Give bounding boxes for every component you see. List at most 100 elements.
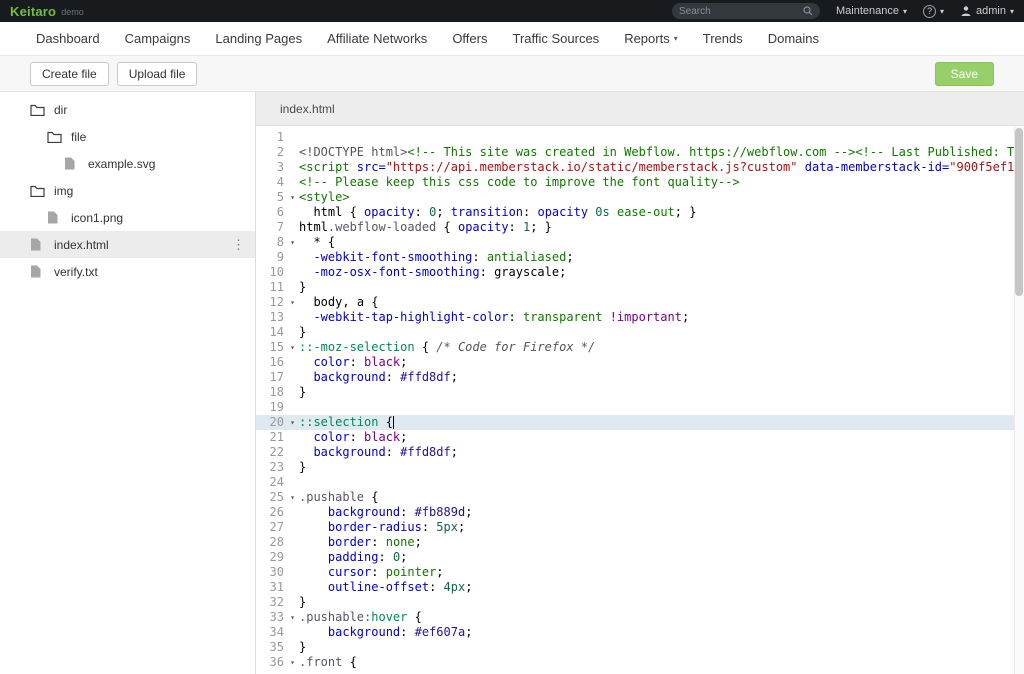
toolbar: Create file Upload file Save bbox=[0, 56, 1024, 92]
code-line[interactable]: 24 bbox=[256, 475, 1024, 490]
item-menu-icon[interactable]: ⋮ bbox=[232, 237, 245, 253]
code-token: : bbox=[371, 535, 385, 549]
save-button[interactable]: Save bbox=[935, 62, 994, 86]
nav-item-label: Traffic Sources bbox=[512, 31, 599, 46]
code-line[interactable]: 8▾ * { bbox=[256, 235, 1024, 250]
tree-item-icon1-png[interactable]: icon1.png bbox=[0, 204, 255, 231]
fold-arrow-icon[interactable]: ▾ bbox=[286, 610, 299, 625]
code-line[interactable]: 34 background: #ef607a; bbox=[256, 625, 1024, 640]
search-icon[interactable] bbox=[803, 6, 813, 16]
code-text: background: #ffd8df; bbox=[299, 445, 1024, 460]
code-token: ; bbox=[436, 565, 443, 579]
fold-arrow-icon[interactable]: ▾ bbox=[286, 235, 299, 250]
code-text: -webkit-font-smoothing: antialiased; bbox=[299, 250, 1024, 265]
editor-tab-label: index.html bbox=[280, 102, 335, 116]
code-line[interactable]: 21 color: black; bbox=[256, 430, 1024, 445]
code-token: <style> bbox=[299, 190, 350, 204]
code-line[interactable]: 16 color: black; bbox=[256, 355, 1024, 370]
nav-item-dashboard[interactable]: Dashboard bbox=[36, 31, 100, 46]
tree-item-dir[interactable]: dir bbox=[0, 96, 255, 123]
code-editor[interactable]: 12<!DOCTYPE html><!-- This site was crea… bbox=[256, 126, 1024, 674]
fold-arrow-icon[interactable]: ▾ bbox=[286, 655, 299, 670]
code-token: : bbox=[523, 205, 537, 219]
search-input[interactable] bbox=[679, 6, 803, 17]
editor-scrollbar[interactable] bbox=[1014, 126, 1024, 674]
code-line[interactable]: 12▾ body, a { bbox=[256, 295, 1024, 310]
code-line[interactable]: 5▾<style> bbox=[256, 190, 1024, 205]
upload-file-button[interactable]: Upload file bbox=[117, 62, 198, 86]
code-token: } bbox=[299, 640, 306, 654]
nav-item-offers[interactable]: Offers bbox=[452, 31, 487, 46]
code-line[interactable]: 33▾.pushable:hover { bbox=[256, 610, 1024, 625]
code-token: pointer bbox=[386, 565, 437, 579]
tree-item-img[interactable]: img bbox=[0, 177, 255, 204]
code-line[interactable]: 14} bbox=[256, 325, 1024, 340]
fold-arrow-icon[interactable]: ▾ bbox=[286, 190, 299, 205]
code-token: #fb889d bbox=[415, 505, 466, 519]
code-line[interactable]: 9 -webkit-font-smoothing: antialiased; bbox=[256, 250, 1024, 265]
nav-item-landing-pages[interactable]: Landing Pages bbox=[215, 31, 302, 46]
code-token: black bbox=[364, 430, 400, 444]
tree-item-verify-txt[interactable]: verify.txt bbox=[0, 258, 255, 285]
code-line[interactable]: 10 -moz-osx-font-smoothing: grayscale; bbox=[256, 265, 1024, 280]
nav-item-reports[interactable]: Reports▾ bbox=[624, 31, 678, 46]
code-token: : bbox=[422, 520, 436, 534]
fold-arrow-icon[interactable]: ▾ bbox=[286, 295, 299, 310]
nav-item-affiliate-networks[interactable]: Affiliate Networks bbox=[327, 31, 427, 46]
fold-arrow-icon[interactable]: ▾ bbox=[286, 490, 299, 505]
code-line[interactable]: 27 border-radius: 5px; bbox=[256, 520, 1024, 535]
code-line[interactable]: 3<script src="https://api.memberstack.io… bbox=[256, 160, 1024, 175]
fold-gutter bbox=[286, 460, 299, 475]
maintenance-menu[interactable]: Maintenance ▾ bbox=[836, 5, 907, 17]
code-line[interactable]: 18} bbox=[256, 385, 1024, 400]
code-line[interactable]: 1 bbox=[256, 130, 1024, 145]
tree-item-label: img bbox=[54, 184, 73, 198]
code-line[interactable]: 22 background: #ffd8df; bbox=[256, 445, 1024, 460]
create-file-button[interactable]: Create file bbox=[30, 62, 109, 86]
code-line[interactable]: 31 outline-offset: 4px; bbox=[256, 580, 1024, 595]
code-text bbox=[299, 130, 1024, 145]
nav-item-campaigns[interactable]: Campaigns bbox=[125, 31, 191, 46]
fold-arrow-icon[interactable]: ▾ bbox=[286, 340, 299, 355]
code-line[interactable]: 11} bbox=[256, 280, 1024, 295]
code-line[interactable]: 23} bbox=[256, 460, 1024, 475]
code-text: html.webflow-loaded { opacity: 1; } bbox=[299, 220, 1024, 235]
code-token bbox=[602, 310, 609, 324]
tree-item-file[interactable]: file bbox=[0, 123, 255, 150]
code-line[interactable]: 36▾.front { bbox=[256, 655, 1024, 670]
code-line[interactable]: 28 border: none; bbox=[256, 535, 1024, 550]
code-line[interactable]: 17 background: #ffd8df; bbox=[256, 370, 1024, 385]
code-token bbox=[299, 205, 313, 219]
tree-item-index-html[interactable]: index.html⋮ bbox=[0, 231, 255, 258]
fold-arrow-icon[interactable]: ▾ bbox=[286, 415, 299, 430]
tree-item-label: example.svg bbox=[88, 157, 155, 171]
code-line[interactable]: 19 bbox=[256, 400, 1024, 415]
code-line[interactable]: 6 html { opacity: 0; transition: opacity… bbox=[256, 205, 1024, 220]
code-line[interactable]: 25▾.pushable { bbox=[256, 490, 1024, 505]
code-line[interactable]: 2<!DOCTYPE html><!-- This site was creat… bbox=[256, 145, 1024, 160]
code-line[interactable]: 35} bbox=[256, 640, 1024, 655]
code-token: color bbox=[313, 355, 349, 369]
code-line[interactable]: 29 padding: 0; bbox=[256, 550, 1024, 565]
code-line[interactable]: 32} bbox=[256, 595, 1024, 610]
line-number: 33 bbox=[256, 610, 286, 625]
code-token: border bbox=[328, 535, 371, 549]
code-line[interactable]: 7html.webflow-loaded { opacity: 1; } bbox=[256, 220, 1024, 235]
code-line[interactable]: 13 -webkit-tap-highlight-color: transpar… bbox=[256, 310, 1024, 325]
help-menu[interactable]: ? ▾ bbox=[923, 5, 944, 18]
code-token: .pushable bbox=[299, 490, 364, 504]
nav-item-traffic-sources[interactable]: Traffic Sources bbox=[512, 31, 599, 46]
nav-item-trends[interactable]: Trends bbox=[703, 31, 743, 46]
code-line[interactable]: 15▾::-moz-selection { /* Code for Firefo… bbox=[256, 340, 1024, 355]
nav-item-domains[interactable]: Domains bbox=[768, 31, 819, 46]
search-box[interactable] bbox=[672, 3, 820, 19]
admin-menu[interactable]: admin ▾ bbox=[960, 5, 1014, 17]
tree-item-example-svg[interactable]: example.svg bbox=[0, 150, 255, 177]
editor-tab[interactable]: index.html bbox=[270, 94, 345, 124]
fold-gutter bbox=[286, 205, 299, 220]
code-line[interactable]: 30 cursor: pointer; bbox=[256, 565, 1024, 580]
code-line[interactable]: 26 background: #fb889d; bbox=[256, 505, 1024, 520]
code-line[interactable]: 20▾::selection { bbox=[256, 415, 1024, 430]
code-line[interactable]: 4<!-- Please keep this css code to impro… bbox=[256, 175, 1024, 190]
scrollbar-thumb[interactable] bbox=[1015, 128, 1023, 296]
